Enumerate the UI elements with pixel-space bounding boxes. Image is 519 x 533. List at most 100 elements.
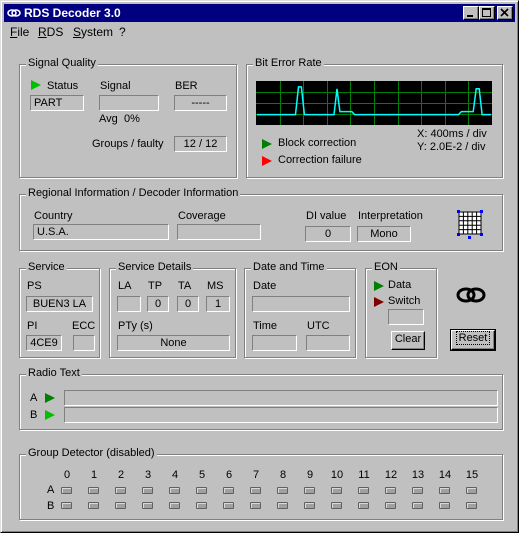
- group-led-a-15: [466, 487, 477, 494]
- status-field: PART: [30, 95, 84, 111]
- eon-switch-icon: [374, 297, 384, 307]
- main-window: RDS Decoder 3.0 File RDS System ? Signal…: [0, 0, 519, 533]
- window-title: RDS Decoder 3.0: [24, 6, 121, 20]
- country-field: U.S.A.: [33, 224, 169, 240]
- country-label: Country: [34, 210, 73, 222]
- ber-field: -----: [174, 95, 227, 111]
- clear-button[interactable]: Clear: [391, 331, 425, 350]
- pty-label: PTy (s): [118, 320, 153, 332]
- close-icon: [500, 8, 509, 17]
- di-label: DI value: [306, 210, 347, 222]
- group-led-a-14: [439, 487, 450, 494]
- link-icon: [456, 287, 486, 303]
- group-led-b-5: [196, 502, 207, 509]
- tp-label: TP: [148, 280, 163, 292]
- decoder-matrix-icon: [457, 210, 483, 239]
- signal-field: [99, 95, 159, 111]
- ms-field: 1: [206, 296, 230, 312]
- utc-field: [306, 335, 350, 351]
- ta-label: TA: [178, 280, 192, 292]
- ecc-field: [73, 335, 95, 351]
- maximize-icon: [482, 8, 491, 17]
- radio-text-b-field: [64, 407, 498, 423]
- group-led-a-6: [223, 487, 234, 494]
- group-column-1: 1: [90, 469, 98, 481]
- group-led-b-10: [331, 502, 342, 509]
- minimize-button[interactable]: [463, 6, 479, 20]
- eon-label: EON: [372, 261, 400, 273]
- group-led-a-3: [142, 487, 153, 494]
- group-row-b-label: B: [47, 500, 55, 512]
- group-led-a-11: [358, 487, 369, 494]
- correction-failure-label: Correction failure: [278, 154, 362, 166]
- regional-info-group: Regional Information / Decoder Informati…: [19, 187, 503, 251]
- group-led-a-7: [250, 487, 261, 494]
- maximize-button[interactable]: [479, 6, 495, 20]
- coverage-label: Coverage: [178, 210, 226, 222]
- group-column-2: 2: [117, 469, 125, 481]
- group-column-13: 13: [411, 469, 425, 481]
- menu-file[interactable]: File: [10, 25, 29, 39]
- group-column-9: 9: [306, 469, 314, 481]
- time-field: [252, 335, 297, 351]
- group-led-b-1: [88, 502, 99, 509]
- group-led-b-13: [412, 502, 423, 509]
- group-led-b-2: [115, 502, 126, 509]
- utc-label: UTC: [307, 320, 330, 332]
- group-column-11: 11: [358, 469, 370, 481]
- tp-field: 0: [147, 296, 169, 312]
- radio-text-a-field: [64, 390, 498, 406]
- groups-field: 12 / 12: [174, 136, 227, 152]
- group-led-b-7: [250, 502, 261, 509]
- y-scale-label: Y: 2.0E-2 / div: [417, 141, 486, 153]
- signal-label: Signal: [100, 80, 131, 92]
- pi-field: 4CE9: [26, 335, 62, 351]
- la-label: LA: [118, 280, 132, 292]
- ecc-label: ECC: [72, 320, 96, 332]
- close-button[interactable]: [497, 6, 513, 20]
- signal-quality-group: Signal Quality Status PART Signal BER --…: [19, 57, 237, 178]
- group-row-a-label: A: [47, 484, 55, 496]
- menu-system[interactable]: System: [73, 25, 113, 39]
- group-led-b-12: [385, 502, 396, 509]
- group-led-a-13: [412, 487, 423, 494]
- group-led-b-11: [358, 502, 369, 509]
- pty-field: None: [117, 335, 230, 351]
- eon-group: EON Data Switch Clear: [365, 261, 437, 358]
- group-led-b-4: [169, 502, 180, 509]
- eon-data-icon: [374, 281, 384, 291]
- menu-rds[interactable]: RDS: [38, 25, 63, 39]
- interpretation-field: Mono: [357, 226, 411, 242]
- group-column-8: 8: [279, 469, 287, 481]
- title-bar[interactable]: RDS Decoder 3.0: [4, 4, 515, 22]
- x-scale-label: X: 400ms / div: [417, 128, 487, 140]
- group-led-b-9: [304, 502, 315, 509]
- interpretation-label: Interpretation: [358, 210, 423, 222]
- reset-label: Reset: [455, 331, 491, 345]
- group-column-14: 14: [438, 469, 452, 481]
- group-detector-label: Group Detector (disabled): [26, 447, 157, 459]
- eon-switch-field: [388, 309, 424, 325]
- group-led-a-5: [196, 487, 207, 494]
- ps-label: PS: [27, 280, 42, 292]
- menu-help[interactable]: ?: [119, 25, 126, 39]
- reset-button[interactable]: Reset: [450, 329, 496, 351]
- radio-text-b-label: B: [30, 409, 38, 421]
- minimize-icon: [467, 15, 473, 17]
- group-column-0: 0: [63, 469, 71, 481]
- group-led-a-8: [277, 487, 288, 494]
- group-led-a-4: [169, 487, 180, 494]
- date-field: [252, 296, 350, 312]
- radio-text-a-icon: [45, 393, 55, 403]
- avg-value: 0%: [124, 113, 140, 125]
- status-label: Status: [47, 80, 79, 92]
- block-correction-label: Block correction: [278, 137, 357, 149]
- service-details-label: Service Details: [116, 261, 194, 273]
- group-led-a-12: [385, 487, 396, 494]
- group-column-4: 4: [171, 469, 179, 481]
- ber-graph: [256, 81, 492, 125]
- correction-failure-icon: [262, 156, 272, 166]
- group-led-a-9: [304, 487, 315, 494]
- eon-switch-label: Switch: [388, 295, 421, 307]
- radio-text-a-label: A: [30, 392, 38, 404]
